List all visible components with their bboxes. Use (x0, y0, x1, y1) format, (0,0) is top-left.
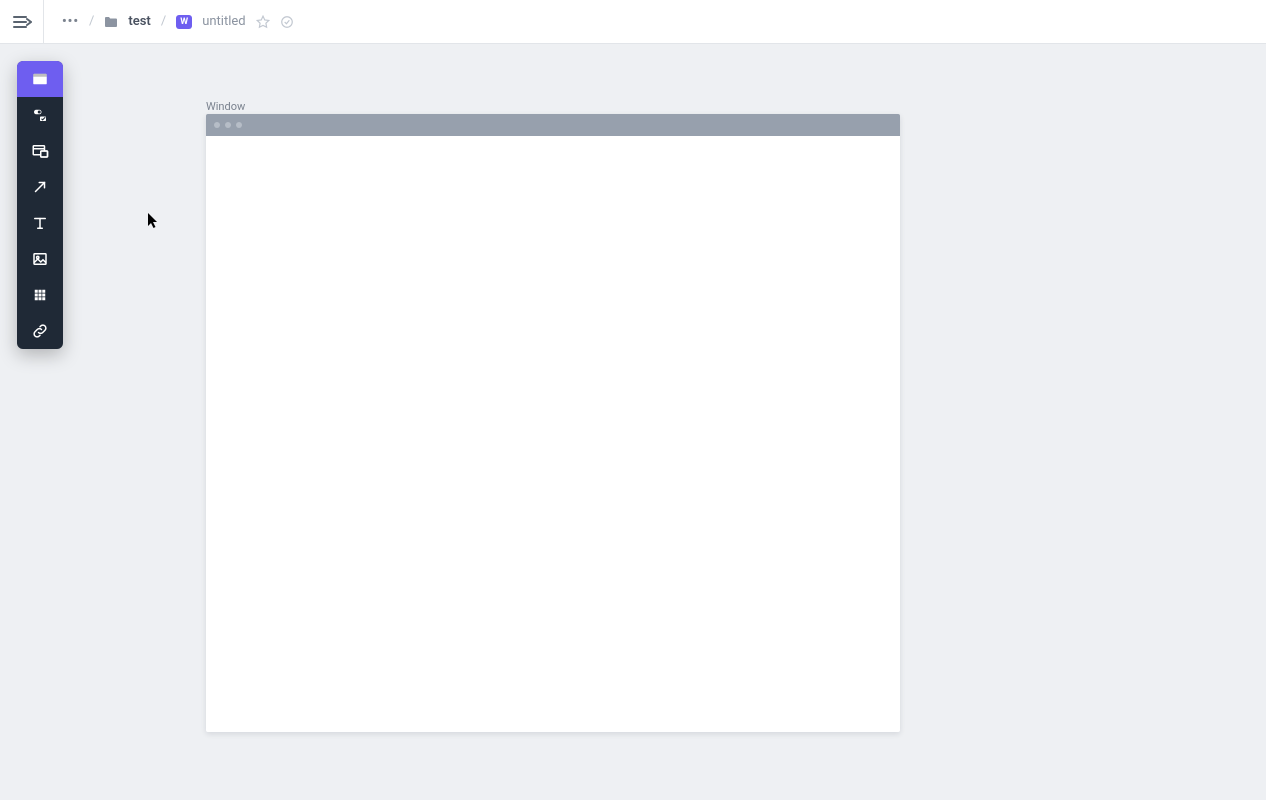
browser-tool[interactable] (17, 133, 63, 169)
browser-icon (31, 142, 49, 160)
arrow-icon (31, 178, 49, 196)
canvas-element-label[interactable]: Window (206, 100, 245, 113)
cursor-icon (148, 213, 160, 229)
link-icon (31, 322, 49, 340)
arrow-tool[interactable] (17, 169, 63, 205)
top-header: ••• / test / W untitled (0, 0, 1266, 44)
breadcrumb-folder[interactable]: test (128, 14, 150, 29)
window-titlebar (206, 114, 900, 136)
grid-icon (31, 286, 49, 304)
menu-toggle-button[interactable] (0, 0, 44, 44)
breadcrumb-separator: / (161, 14, 166, 29)
star-icon[interactable] (256, 15, 270, 29)
check-circle-icon[interactable] (280, 15, 294, 29)
doc-type-badge: W (176, 15, 192, 29)
link-tool[interactable] (17, 313, 63, 349)
controls-icon (31, 106, 49, 124)
window-tool[interactable] (17, 61, 63, 97)
folder-icon (104, 16, 118, 28)
controls-tool[interactable] (17, 97, 63, 133)
image-tool[interactable] (17, 241, 63, 277)
window-icon (31, 70, 49, 88)
breadcrumb-doc-name[interactable]: untitled (202, 14, 245, 29)
image-icon (31, 250, 49, 268)
text-icon (31, 214, 49, 232)
canvas-area[interactable]: Window (0, 44, 1266, 800)
traffic-light-dot (225, 122, 231, 128)
toolbar (17, 61, 63, 349)
canvas-window-element[interactable] (206, 114, 900, 732)
text-tool[interactable] (17, 205, 63, 241)
breadcrumb-more-button[interactable]: ••• (62, 14, 79, 29)
breadcrumb: ••• / test / W untitled (44, 14, 294, 29)
traffic-light-dot (214, 122, 220, 128)
traffic-light-dot (236, 122, 242, 128)
grid-tool[interactable] (17, 277, 63, 313)
breadcrumb-separator: / (89, 14, 94, 29)
menu-arrow-icon (12, 14, 32, 30)
